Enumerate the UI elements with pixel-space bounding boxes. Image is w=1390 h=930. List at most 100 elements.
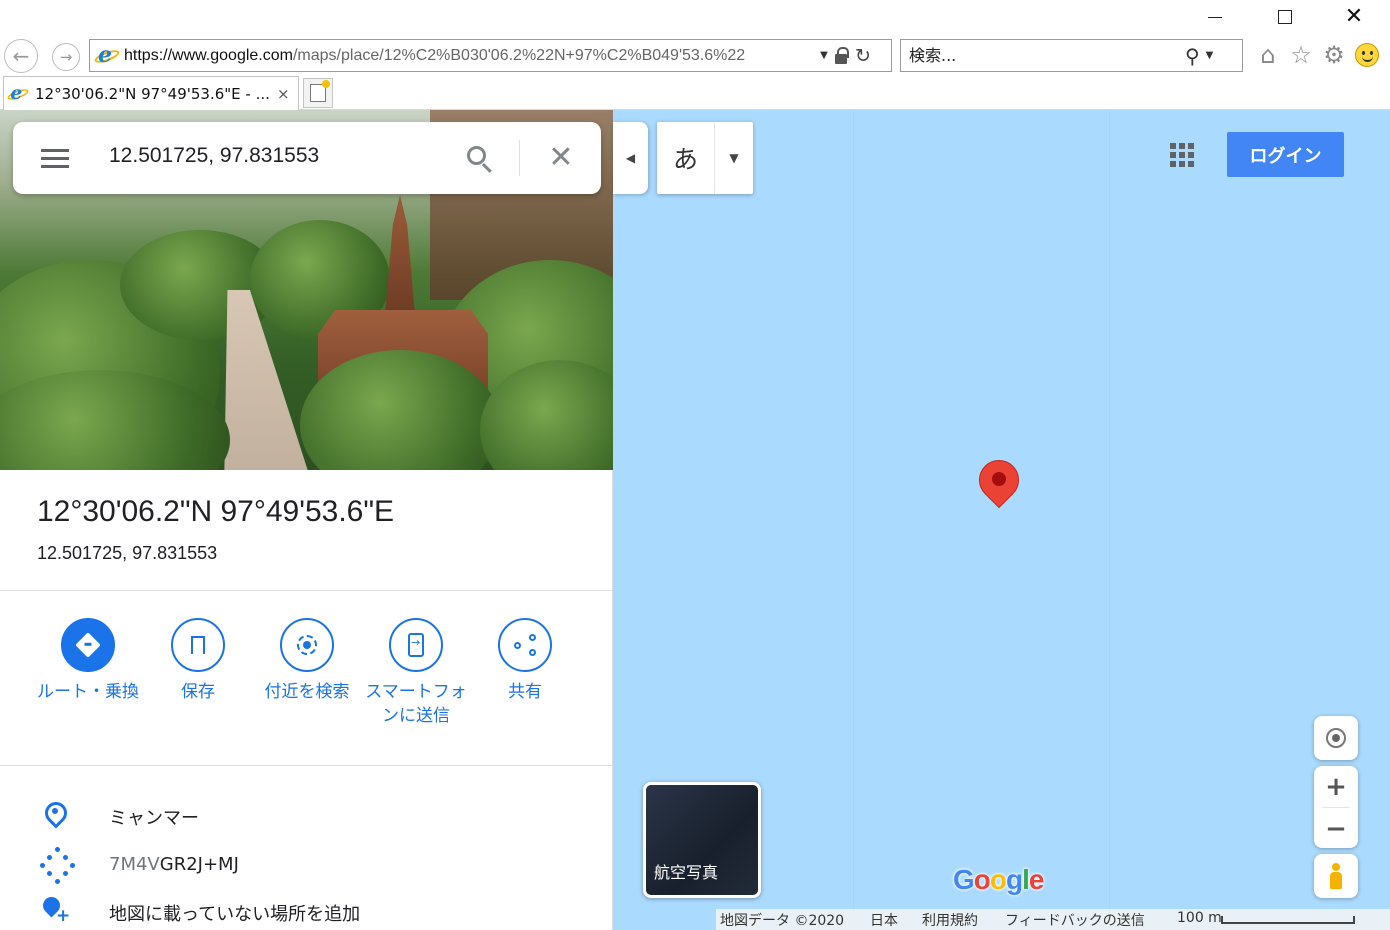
maps-search-bar: ✕	[13, 122, 601, 194]
search-dropdown-icon[interactable]: ▼	[1206, 50, 1214, 61]
caret-down-icon: ▼	[729, 151, 739, 165]
nearby-icon	[280, 618, 334, 672]
plus-code-text: 7M4VGR2J+MJ	[109, 854, 239, 875]
tab-title: 12°30'06.2"N 97°49'53.6"E - ...	[35, 84, 270, 103]
add-location-icon	[40, 896, 70, 926]
input-tools-dropdown[interactable]: ▼	[715, 122, 753, 194]
location-pin-icon	[40, 800, 70, 830]
place-subtitle: 12.501725, 97.831553	[37, 543, 218, 563]
bookmark-icon	[171, 618, 225, 672]
maximize-icon	[1278, 10, 1292, 24]
pegman-icon	[1330, 863, 1342, 889]
url-host: https://www.google.com	[124, 46, 293, 64]
street-view-pegman[interactable]	[1314, 854, 1358, 898]
share-button[interactable]: 共有	[470, 618, 580, 704]
apps-grid-icon[interactable]	[1170, 143, 1194, 167]
save-label: 保存	[181, 682, 215, 702]
region-link[interactable]: 日本	[870, 910, 898, 930]
tab-strip: e 12°30'06.2"N 97°49'53.6"E - ... ×	[0, 76, 1390, 110]
navigation-bar: ← → e https://www.google.com/maps/place/…	[0, 34, 1390, 76]
share-label: 共有	[508, 682, 542, 702]
directions-button[interactable]: ルート・乗換	[33, 618, 143, 704]
map-footer: 地図データ ©2020 日本 利用規約 フィードバックの送信 100 m	[716, 909, 1390, 930]
send-to-phone-icon	[389, 618, 443, 672]
url-path: /maps/place/12%C2%B030'06.2%22N+97%C2%B0…	[292, 46, 746, 64]
minimize-button[interactable]	[1192, 0, 1238, 34]
satellite-label: 航空写真	[654, 863, 719, 882]
place-panel: ✕ 12°30'06.2"N 97°49'53.6"E 12.501725, 9…	[0, 110, 613, 930]
add-missing-place-row[interactable]: 地図に載っていない場所を追加	[0, 890, 613, 930]
google-logo: Google	[953, 864, 1044, 895]
address-bar[interactable]: e https://www.google.com/maps/place/12%C…	[89, 39, 892, 72]
ie-logo-icon: e	[93, 42, 121, 68]
map-tile-seam	[1109, 110, 1110, 930]
my-location-icon	[1326, 728, 1346, 748]
plus-code-icon	[40, 847, 75, 884]
nearby-label: 付近を検索	[264, 682, 350, 702]
search-nearby-button[interactable]: 付近を検索	[252, 618, 362, 704]
refresh-icon[interactable]: ↻	[850, 45, 876, 67]
collapse-panel-button[interactable]: ◀	[613, 122, 648, 194]
directions-label: ルート・乗換	[37, 682, 139, 702]
zoom-control: + −	[1314, 766, 1358, 848]
new-tab-button[interactable]	[303, 78, 333, 108]
minimize-icon	[1208, 16, 1222, 18]
tab-favicon-icon: e	[6, 82, 30, 104]
feedback-link[interactable]: フィードバックの送信	[1005, 910, 1145, 930]
scale-bar[interactable]	[1221, 916, 1355, 924]
gear-icon[interactable]: ⚙	[1320, 41, 1348, 69]
divider	[0, 765, 613, 766]
new-tab-icon	[310, 80, 330, 102]
divider	[0, 590, 613, 591]
title-bar: ✕	[0, 0, 1390, 34]
scale-label[interactable]: 100 m	[1177, 910, 1222, 926]
chevron-left-icon: ◀	[625, 151, 636, 165]
tab-active[interactable]: e 12°30'06.2"N 97°49'53.6"E - ... ×	[3, 76, 299, 110]
map-data-credit: 地図データ ©2020	[720, 913, 845, 929]
send-to-phone-label: スマートフォンに送信	[365, 682, 467, 726]
menu-icon[interactable]	[41, 149, 69, 168]
address-dropdown-icon[interactable]: ▼	[816, 50, 832, 61]
my-location-button[interactable]	[1314, 716, 1358, 760]
directions-icon	[61, 618, 115, 672]
back-button[interactable]: ←	[4, 39, 38, 73]
url-text[interactable]: https://www.google.com/maps/place/12%C2%…	[124, 47, 816, 65]
search-divider	[519, 140, 520, 176]
input-tools-button[interactable]: あ	[657, 122, 715, 194]
arrow-left-icon: ←	[12, 44, 30, 68]
lock-icon[interactable]	[832, 46, 850, 64]
satellite-toggle[interactable]: 航空写真	[643, 782, 761, 898]
tab-close-icon[interactable]: ×	[277, 85, 290, 103]
country-row[interactable]: ミャンマー	[0, 794, 613, 834]
search-button-icon[interactable]	[465, 144, 495, 174]
send-to-phone-button[interactable]: スマートフォンに送信	[361, 618, 471, 728]
maximize-button[interactable]	[1262, 0, 1308, 34]
zoom-out-button[interactable]: −	[1314, 808, 1358, 849]
login-button[interactable]: ログイン	[1227, 132, 1344, 177]
home-icon[interactable]: ⌂	[1254, 41, 1282, 69]
map-marker-icon[interactable]	[970, 451, 1028, 518]
browser-search-box[interactable]: ⚲ ▼	[900, 39, 1243, 72]
save-button[interactable]: 保存	[143, 618, 253, 704]
add-missing-place-text: 地図に載っていない場所を追加	[109, 904, 361, 925]
favorites-star-icon[interactable]: ☆	[1287, 41, 1315, 69]
plus-code-row[interactable]: 7M4VGR2J+MJ	[0, 844, 613, 884]
map-tile-seam	[853, 110, 854, 930]
maps-search-input[interactable]	[109, 144, 449, 168]
terms-link[interactable]: 利用規約	[922, 910, 978, 930]
search-icon[interactable]: ⚲	[1185, 44, 1200, 68]
share-icon	[498, 618, 552, 672]
plus-code-main: GR2J+MJ	[159, 854, 239, 875]
plus-code-prefix: 7M4V	[109, 854, 160, 875]
close-window-button[interactable]: ✕	[1331, 0, 1377, 34]
clear-search-icon[interactable]: ✕	[543, 140, 579, 176]
zoom-in-button[interactable]: +	[1314, 766, 1358, 807]
country-text: ミャンマー	[109, 808, 199, 829]
arrow-right-icon: →	[59, 48, 73, 66]
feedback-smiley-icon[interactable]	[1353, 41, 1381, 69]
forward-button[interactable]: →	[52, 43, 80, 71]
browser-search-input[interactable]	[909, 46, 1179, 65]
map-canvas[interactable]: ◀ あ ▼ ログイン + − 航空写真 Google 地図データ ©2020 日…	[613, 110, 1390, 930]
place-title: 12°30'06.2"N 97°49'53.6"E	[37, 495, 395, 528]
close-icon: ✕	[1344, 4, 1364, 29]
